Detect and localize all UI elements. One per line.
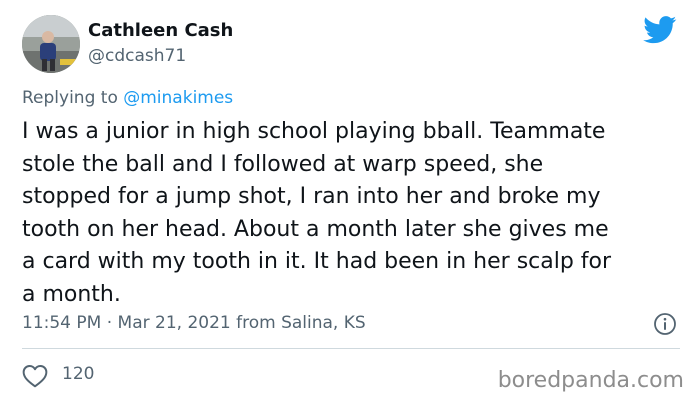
- author-handle[interactable]: @cdcash71: [88, 46, 186, 66]
- tweet-line: stole the ball and I followed at warp sp…: [22, 151, 544, 177]
- like-count: 120: [62, 364, 95, 384]
- tweet-line: I was a junior in high school playing bb…: [22, 119, 606, 144]
- tweet-line: a month.: [22, 281, 121, 307]
- tweet-text: I was a junior in high school playing bb…: [22, 116, 682, 311]
- replying-to: Replying to @minakimes: [22, 88, 233, 108]
- twitter-bird-icon[interactable]: [643, 16, 677, 44]
- divider: [22, 348, 680, 349]
- avatar[interactable]: [22, 15, 80, 73]
- heart-icon[interactable]: [22, 364, 48, 388]
- avatar-photo: [22, 15, 80, 73]
- tweet-line: tooth on her head. About a month later s…: [22, 216, 609, 242]
- tweet-line: stopped for a jump shot, I ran into her …: [22, 184, 601, 209]
- reply-mention-link[interactable]: @minakimes: [123, 88, 233, 108]
- info-icon[interactable]: [653, 312, 677, 336]
- replying-to-label: Replying to: [22, 88, 124, 108]
- watermark: boredpanda.com: [497, 368, 684, 393]
- author-name[interactable]: Cathleen Cash: [88, 20, 233, 41]
- tweet-timestamp[interactable]: 11:54 PM · Mar 21, 2021 from Salina, KS: [22, 313, 366, 333]
- tweet-line: a card with my tooth in it. It had been …: [22, 249, 612, 274]
